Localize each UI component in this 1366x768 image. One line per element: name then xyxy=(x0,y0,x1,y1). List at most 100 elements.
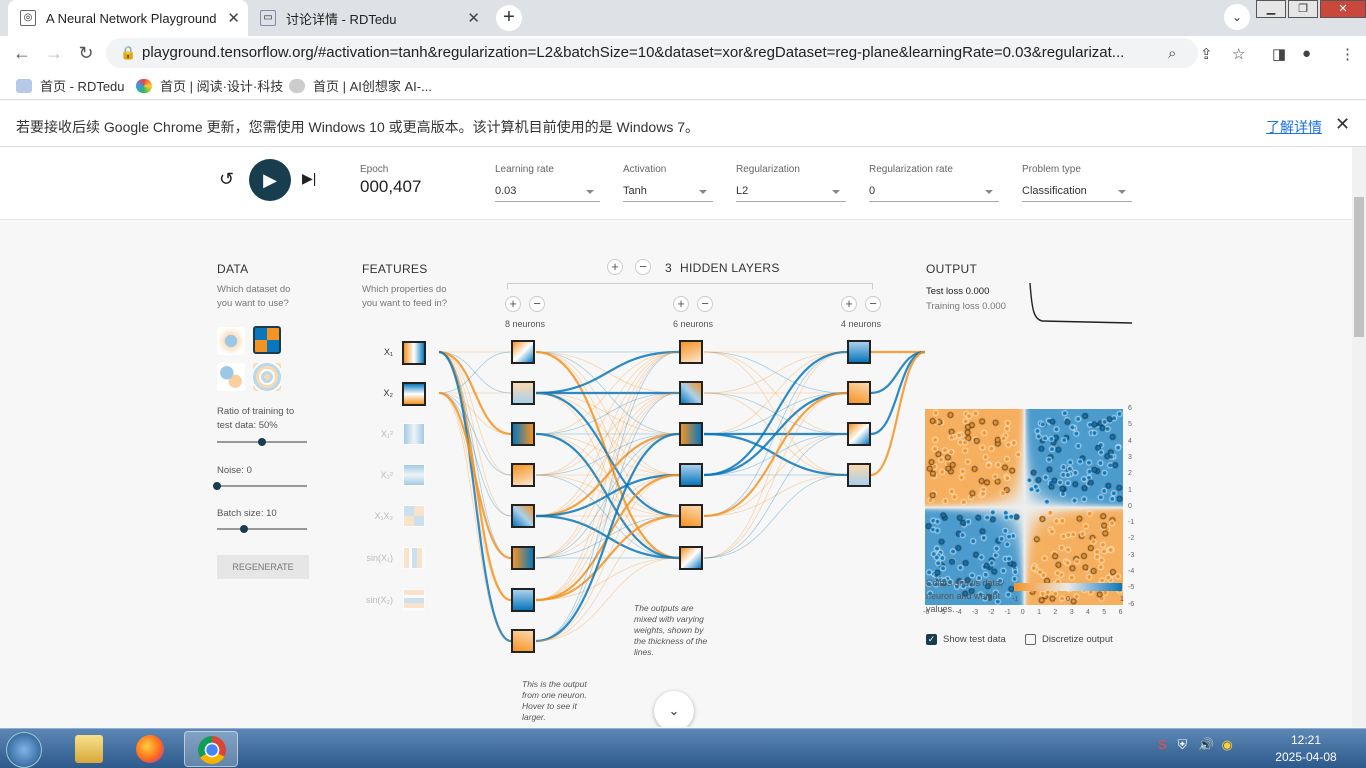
share-icon[interactable]: ⇪ xyxy=(1200,45,1213,63)
reset-icon[interactable]: ↺ xyxy=(219,169,234,190)
slider-knob[interactable] xyxy=(258,438,266,446)
scrollbar[interactable] xyxy=(1352,147,1366,727)
add-layer-button[interactable]: + xyxy=(607,259,623,275)
address-bar[interactable]: 🔒 playground.tensorflow.org/#activation=… xyxy=(106,38,1198,68)
weight-line[interactable] xyxy=(870,350,926,395)
feature-3[interactable] xyxy=(403,423,425,445)
weight-line[interactable] xyxy=(703,351,848,559)
learning-rate-select[interactable]: Learning rate 0.03 xyxy=(495,164,600,202)
weight-line[interactable] xyxy=(703,392,848,559)
neuron[interactable] xyxy=(847,422,871,446)
bookmark-ai[interactable]: 首页 | AI创想家 AI-... xyxy=(289,76,432,95)
add-neuron-button[interactable]: + xyxy=(673,296,689,312)
dataset-spiral[interactable] xyxy=(253,363,281,391)
close-icon[interactable]: ✕ xyxy=(467,9,480,27)
maximize-button[interactable]: ❐ xyxy=(1288,0,1318,18)
weight-line[interactable] xyxy=(870,350,926,436)
feature-4[interactable] xyxy=(403,464,425,486)
tab-playground[interactable]: ◎ A Neural Network Playground ✕ xyxy=(8,0,248,36)
volume-icon[interactable]: 🔊 xyxy=(1198,737,1214,752)
weight-line[interactable] xyxy=(438,392,512,476)
dataset-xor[interactable] xyxy=(253,326,281,354)
batch-slider[interactable] xyxy=(217,525,307,533)
chrome-app[interactable] xyxy=(184,731,238,767)
problem-type-select[interactable]: Problem type Classification xyxy=(1022,164,1132,202)
dataset-circle[interactable] xyxy=(217,327,245,355)
clock[interactable]: 12:21 2025-04-08 xyxy=(1270,732,1342,766)
neuron[interactable] xyxy=(511,546,535,570)
ratio-slider[interactable] xyxy=(217,438,307,446)
start-button[interactable] xyxy=(6,732,42,768)
neuron[interactable] xyxy=(511,463,535,487)
regularization-rate-select[interactable]: Regularization rate 0 xyxy=(869,164,999,202)
show-test-checkbox[interactable]: ✓ xyxy=(926,634,937,645)
feature-1[interactable] xyxy=(402,341,426,365)
neuron[interactable] xyxy=(511,504,535,528)
ime-icon[interactable]: S xyxy=(1158,737,1167,752)
close-icon[interactable]: ✕ xyxy=(1335,114,1350,135)
remove-layer-button[interactable]: − xyxy=(635,259,651,275)
play-button[interactable]: ▶ xyxy=(249,159,291,201)
feature-7[interactable] xyxy=(403,589,425,611)
slider-knob[interactable] xyxy=(213,482,221,490)
neuron[interactable] xyxy=(679,422,703,446)
star-icon[interactable]: ☆ xyxy=(1232,45,1245,63)
neuron[interactable] xyxy=(847,340,871,364)
bookmark-rdtedu[interactable]: 首页 - RDTedu xyxy=(16,76,125,95)
reload-icon[interactable]: ↻ xyxy=(74,41,98,65)
zoom-icon[interactable]: ⌕ xyxy=(1168,45,1176,62)
forward-icon[interactable]: → xyxy=(42,41,66,65)
shield-icon[interactable]: ⛨ xyxy=(1178,737,1188,752)
neuron[interactable] xyxy=(847,463,871,487)
add-neuron-button[interactable]: + xyxy=(841,296,857,312)
scrollbar-thumb[interactable] xyxy=(1354,197,1364,337)
feature-2[interactable] xyxy=(402,382,426,406)
weight-line[interactable] xyxy=(870,350,926,477)
dataset-gaussian[interactable] xyxy=(217,363,245,391)
weight-line[interactable] xyxy=(703,474,848,559)
regularization-select[interactable]: Regularization L2 xyxy=(736,164,846,202)
feature-6[interactable] xyxy=(403,547,425,569)
neuron[interactable] xyxy=(511,381,535,405)
weight-line[interactable] xyxy=(438,392,512,601)
neuron[interactable] xyxy=(679,381,703,405)
back-icon[interactable]: ← xyxy=(10,41,34,65)
weight-line[interactable] xyxy=(438,391,512,560)
neuron[interactable] xyxy=(511,629,535,653)
add-neuron-button[interactable]: + xyxy=(505,296,521,312)
step-icon[interactable]: ▶| xyxy=(302,170,316,187)
alert-icon[interactable]: ◉ xyxy=(1222,737,1233,752)
output-heatmap[interactable] xyxy=(925,409,1123,605)
close-icon[interactable]: ✕ xyxy=(227,9,240,27)
learn-more-link[interactable]: 了解详情 xyxy=(1266,117,1322,137)
noise-slider[interactable] xyxy=(213,482,307,490)
bookmark-reading[interactable]: 首页 | 阅读·设计·科技 xyxy=(136,76,283,95)
regenerate-button[interactable]: REGENERATE xyxy=(217,555,309,579)
remove-neuron-button[interactable]: − xyxy=(865,296,881,312)
menu-icon[interactable]: ⋮ xyxy=(1340,45,1355,63)
remove-neuron-button[interactable]: − xyxy=(697,296,713,312)
neuron[interactable] xyxy=(511,340,535,364)
neuron[interactable] xyxy=(511,588,535,612)
weight-line[interactable] xyxy=(535,351,680,559)
firefox-app[interactable] xyxy=(123,731,177,767)
window-close-button[interactable]: ✕ xyxy=(1320,0,1366,18)
activation-select[interactable]: Activation Tanh xyxy=(623,164,713,202)
chevron-down-icon[interactable]: ⌄ xyxy=(654,691,694,727)
neuron[interactable] xyxy=(847,381,871,405)
sidepanel-icon[interactable]: ◨ xyxy=(1272,45,1286,63)
discretize-checkbox[interactable] xyxy=(1025,634,1036,645)
neuron[interactable] xyxy=(679,504,703,528)
tab-rdtedu[interactable]: ▭ 讨论详情 - RDTedu ✕ xyxy=(248,0,488,36)
remove-neuron-button[interactable]: − xyxy=(529,296,545,312)
profile-icon[interactable]: ● xyxy=(1302,45,1311,62)
slider-knob[interactable] xyxy=(240,525,248,533)
explorer-app[interactable] xyxy=(62,731,116,767)
chevron-down-icon[interactable]: ⌄ xyxy=(1224,4,1250,30)
neuron[interactable] xyxy=(511,422,535,446)
feature-5[interactable] xyxy=(403,505,425,527)
new-tab-button[interactable]: + xyxy=(496,5,522,31)
neuron[interactable] xyxy=(679,463,703,487)
minimize-button[interactable]: ▁ xyxy=(1256,0,1286,18)
neuron[interactable] xyxy=(679,546,703,570)
